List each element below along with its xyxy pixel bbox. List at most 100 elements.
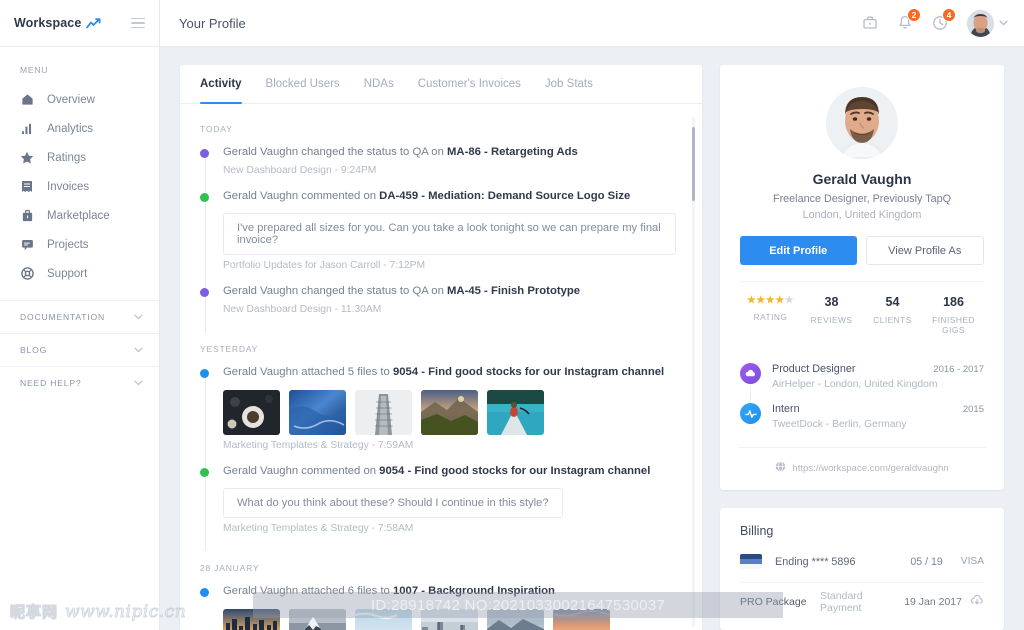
flatiron-building-thumb[interactable] <box>355 390 412 435</box>
bell-icon[interactable]: 2 <box>895 7 921 33</box>
tab-label: Activity <box>200 78 242 90</box>
globe-icon <box>775 459 786 477</box>
briefcase-icon <box>20 209 34 223</box>
day-label: TODAY <box>200 124 233 134</box>
card-number-label: Ending **** 5896 <box>775 555 856 568</box>
sidebar-section-documentation[interactable]: DOCUMENTATION <box>0 300 159 333</box>
island-sea-thumb[interactable] <box>355 609 412 630</box>
tab-ndas[interactable]: NDAs <box>364 65 394 103</box>
city-skyline-thumb[interactable] <box>421 609 478 630</box>
stat-caption: CLIENTS <box>873 315 912 325</box>
activity-meta: Portfolio Updates for Jason Carroll - 7:… <box>223 260 426 271</box>
scrollbar-thumb[interactable] <box>692 127 695 201</box>
profile-location: London, United Kingdom <box>802 209 922 221</box>
download-cloud-icon[interactable] <box>962 593 984 611</box>
stat-caption: FINISHED GIGS <box>932 315 975 335</box>
activity-item[interactable]: Gerald Vaughn attached 5 files to 9054 -… <box>200 365 676 468</box>
brand-name: Workspace <box>14 16 82 30</box>
activity-text-ref: 1007 - Background Inspiration <box>392 585 555 597</box>
lifebuoy-icon <box>20 267 34 281</box>
section-title: DOCUMENTATION <box>20 312 106 322</box>
activity-item[interactable]: Gerald Vaughn commented on DA-459 - Medi… <box>200 189 676 288</box>
sidebar-item-analytics[interactable]: Analytics <box>0 114 159 143</box>
experience-body: Product Designer 2016 - 2017 AirHelper -… <box>772 363 984 390</box>
profile-card-body: Gerald Vaughn Freelance Designer, Previo… <box>720 65 1004 349</box>
tab-label: Customer's Invoices <box>417 78 521 90</box>
billing-item-type: Standard Payment <box>820 590 863 614</box>
sidebar-item-overview[interactable]: Overview <box>0 85 159 114</box>
activity-meta: Marketing Templates & Strategy - 7:59AM <box>223 440 414 451</box>
sidebar-item-support[interactable]: Support <box>0 259 159 288</box>
status-dot <box>200 467 209 477</box>
profile-website-link[interactable]: https://workspace.com/geraldvaughn <box>738 447 986 490</box>
sidebar-label: Projects <box>47 238 89 251</box>
stat-value: 38 <box>824 295 839 309</box>
activity-text-ref: 9054 - Find good stocks for our Instagra… <box>379 465 651 477</box>
activity-text-ref: DA-459 - Mediation: Demand Source Logo S… <box>379 190 631 202</box>
section-title: NEED HELP? <box>20 378 82 388</box>
sidebar-item-invoices[interactable]: Invoices <box>0 172 159 201</box>
profile-card: Gerald Vaughn Freelance Designer, Previo… <box>720 65 1004 490</box>
billing-row[interactable]: Job Posted 30-Days Recuring 24 Nov 2016 <box>740 621 984 630</box>
tab-job-stats[interactable]: Job Stats <box>545 65 593 103</box>
experience-header: Product Designer 2016 - 2017 <box>772 363 984 375</box>
sidebar-label: Overview <box>47 93 95 106</box>
hamburger-icon[interactable] <box>131 17 145 29</box>
desert-lake-thumb[interactable] <box>487 609 544 630</box>
experience-item: Intern 2015 TweetDock - Berlin, Germany <box>740 403 984 443</box>
avatar[interactable] <box>967 9 1008 37</box>
sidebar-item-marketplace[interactable]: Marketplace <box>0 201 159 230</box>
payment-method-row[interactable]: Ending **** 5896 05 / 19 VISA <box>740 554 984 583</box>
snow-mountain-thumb[interactable] <box>289 609 346 630</box>
kayak-lake-thumb[interactable] <box>487 390 544 435</box>
food-flatlay-thumb[interactable] <box>223 390 280 435</box>
sidebar-item-ratings[interactable]: Ratings <box>0 143 159 172</box>
activity-item[interactable]: Gerald Vaughn commented on 9054 - Find g… <box>200 464 676 551</box>
activity-text-prefix: Gerald Vaughn attached 5 files to <box>223 366 393 378</box>
activity-item[interactable]: Gerald Vaughn changed the status to QA o… <box>200 284 676 332</box>
experience-list: Product Designer 2016 - 2017 AirHelper -… <box>720 349 1004 443</box>
sunset-hill-thumb[interactable] <box>553 609 610 630</box>
experience-title: Product Designer <box>772 363 856 375</box>
tab-activity[interactable]: Activity <box>200 65 242 104</box>
stat-value: 186 <box>943 295 964 309</box>
view-profile-as-button[interactable]: View Profile As <box>865 236 984 265</box>
tab-customers-invoices[interactable]: Customer's Invoices <box>418 65 521 103</box>
receipt-icon <box>20 180 34 194</box>
sidebar-item-projects[interactable]: Projects <box>0 230 159 259</box>
profile-avatar[interactable] <box>826 87 898 159</box>
menu-label: MENU <box>20 65 49 75</box>
visa-card-icon <box>740 554 762 569</box>
activity-feed: TODAY Gerald Vaughn changed the status t… <box>180 104 702 630</box>
mountain-sunrise-thumb[interactable] <box>421 390 478 435</box>
profile-name: Gerald Vaughn <box>812 171 912 187</box>
edit-profile-button[interactable]: Edit Profile <box>740 236 857 265</box>
sidebar-section-blog[interactable]: BLOG <box>0 333 159 366</box>
content-area: Activity Blocked Users NDAs Customer's I… <box>160 47 1024 630</box>
stat-caption: RATING <box>753 312 788 322</box>
trending-up-icon <box>86 17 102 29</box>
billing-row[interactable]: PRO Package Standard Payment 19 Jan 2017 <box>740 583 984 621</box>
website-url: https://workspace.com/geraldvaughn <box>792 462 949 474</box>
stat-value: 54 <box>885 295 900 309</box>
activity-panel: Activity Blocked Users NDAs Customer's I… <box>180 65 702 630</box>
tab-bar: Activity Blocked Users NDAs Customer's I… <box>180 65 702 104</box>
city-sunset-thumb[interactable] <box>223 609 280 630</box>
profile-buttons: Edit Profile View Profile As <box>740 236 984 265</box>
activity-item[interactable]: Gerald Vaughn attached 6 files to 1007 -… <box>200 584 676 630</box>
billing-item-name: PRO Package <box>740 596 807 608</box>
chevron-down-icon <box>134 379 143 388</box>
status-dot <box>200 368 209 378</box>
experience-body: Intern 2015 TweetDock - Berlin, Germany <box>772 403 984 430</box>
briefcase-icon[interactable] <box>860 14 879 33</box>
activity-text: Gerald Vaughn changed the status to QA o… <box>223 145 676 160</box>
tab-blocked-users[interactable]: Blocked Users <box>266 65 340 103</box>
sidebar-section-need-help[interactable]: NEED HELP? <box>0 366 159 399</box>
stat-reviews: 38 REVIEWS <box>801 295 862 335</box>
history-icon[interactable]: 4 <box>930 7 956 33</box>
sidebar-sections: DOCUMENTATION BLOG NEED HELP? <box>0 300 159 399</box>
profile-role: Freelance Designer, Previously TapQ <box>772 193 952 205</box>
tab-label: NDAs <box>363 78 394 90</box>
activity-item[interactable]: Gerald Vaughn changed the status to QA o… <box>200 145 676 193</box>
blue-ocean-thumb[interactable] <box>289 390 346 435</box>
